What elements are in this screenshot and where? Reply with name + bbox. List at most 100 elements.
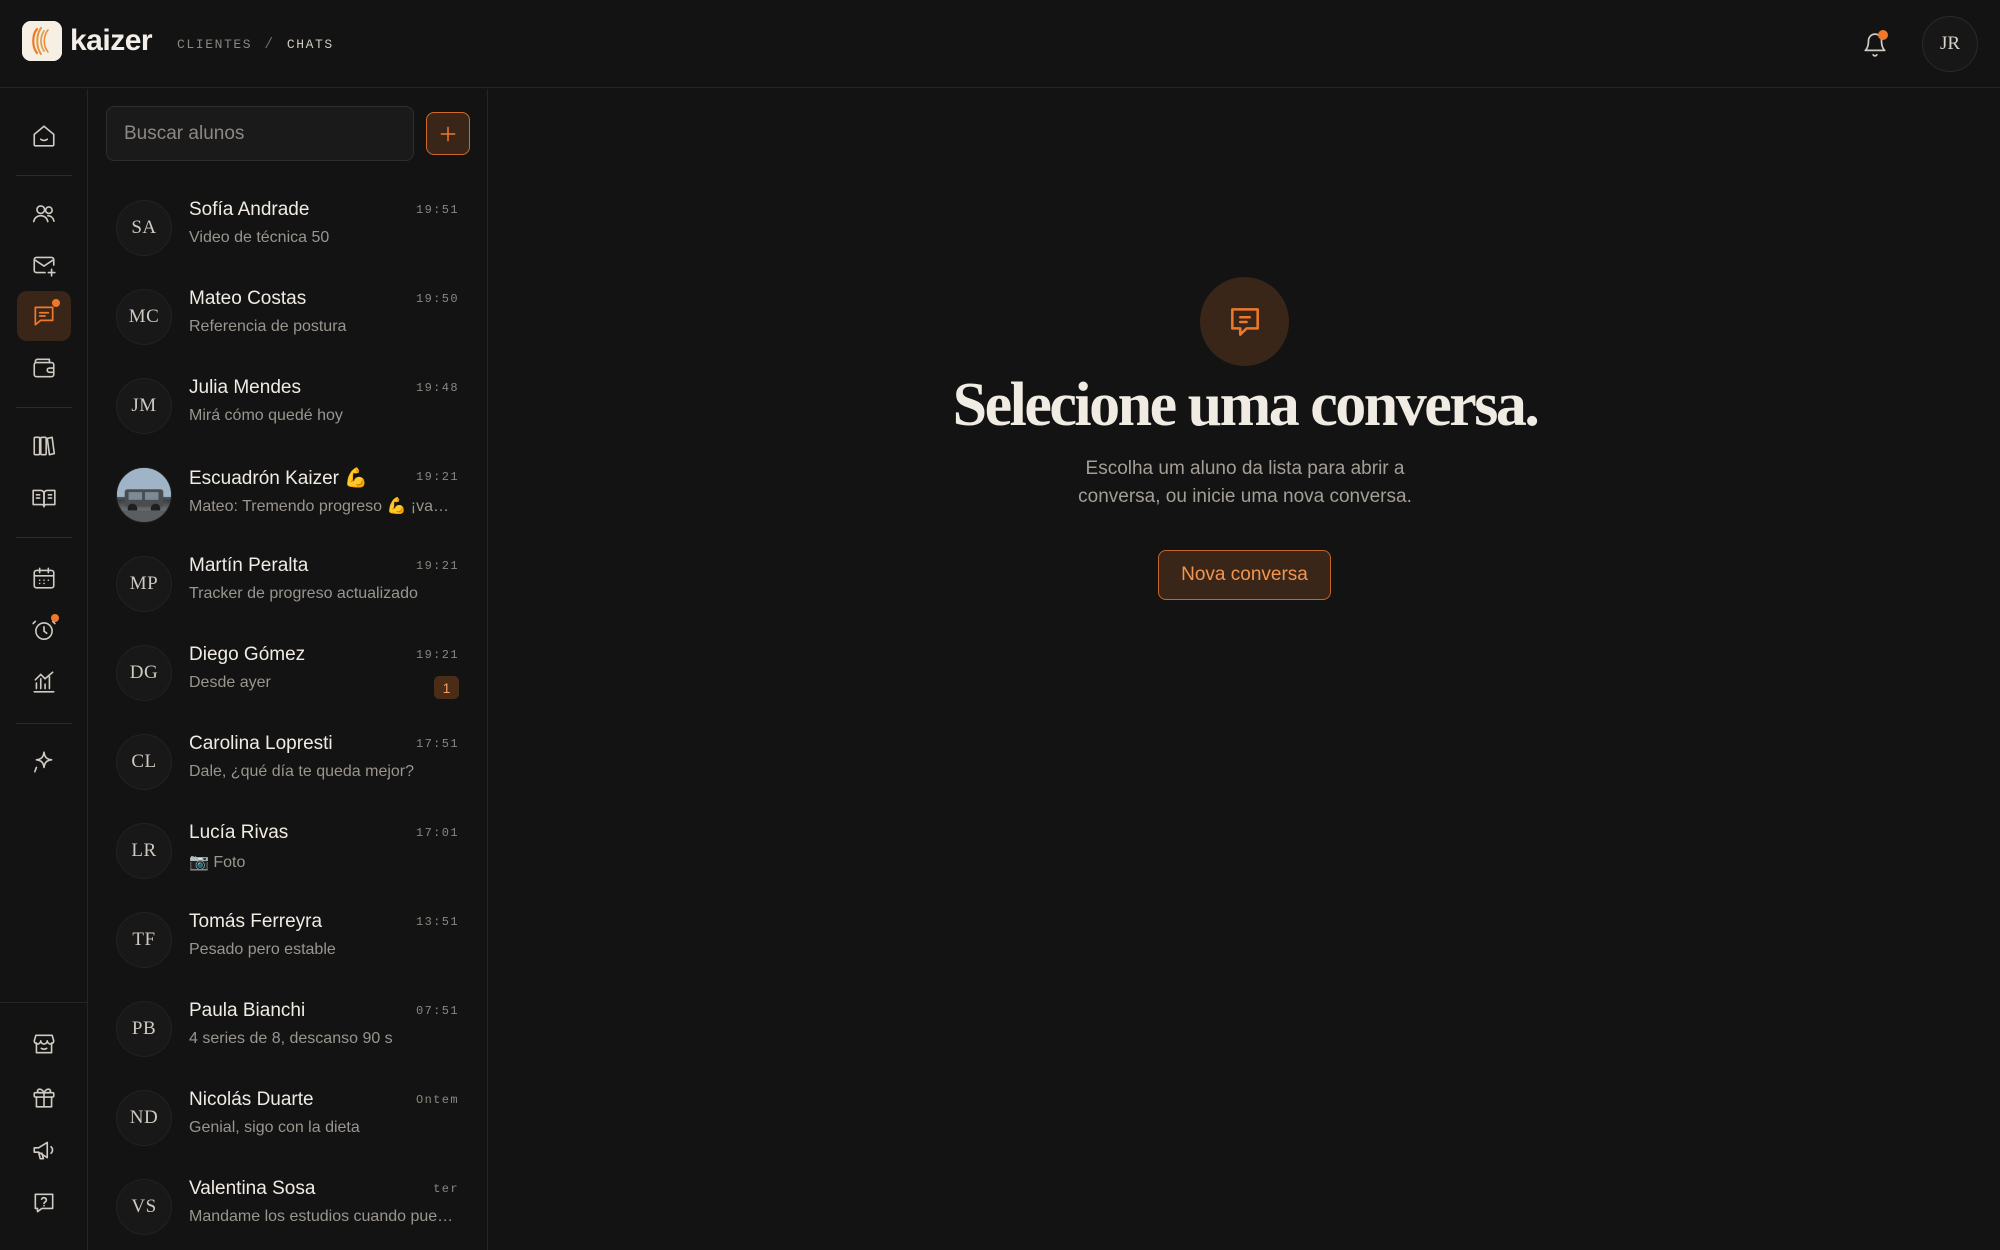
- nav-help[interactable]: [17, 1178, 71, 1228]
- chat-last-message: Dale, ¿qué día te queda mejor?: [189, 763, 415, 780]
- contact-avatar: ND: [116, 1090, 172, 1146]
- chat-contact-name: Julia Mendes: [189, 377, 301, 398]
- chat-list-item[interactable]: TF Tomás Ferreyra Pesado pero estable 13:51: [89, 897, 487, 986]
- chat-list-panel: SA Sofía Andrade Video de técnica 50 19:51 M…: [89, 89, 488, 1250]
- chat-list-item[interactable]: MP Martín Peralta Tracker de progreso actu…: [89, 541, 487, 630]
- nav-chats[interactable]: [17, 291, 71, 341]
- brand-name[interactable]: kaizer: [70, 24, 153, 58]
- chat-list-item[interactable]: Escuadrón Kaizer 💪 Mateo: Tremendo progre…: [89, 452, 487, 541]
- chat-timestamp: 13:51: [415, 915, 459, 929]
- empty-state-description: Escolha um aluno da lista para abrir a c…: [1078, 458, 1412, 507]
- chat-bubble-icon: [1230, 307, 1259, 336]
- user-avatar[interactable]: JR: [1922, 16, 1978, 72]
- contact-avatar: JM: [116, 378, 172, 434]
- calendar-icon: [33, 567, 55, 589]
- nav-analytics[interactable]: [17, 657, 71, 707]
- chat-list-item[interactable]: SA Sofía Andrade Video de técnica 50 19:51: [89, 185, 487, 274]
- sparkle-icon: [33, 751, 53, 773]
- chat-timestamp: 19:48: [415, 381, 459, 395]
- chats-unread-dot: [52, 299, 60, 307]
- chat-list-item[interactable]: CL Carolina Lopresti Dale, ¿qué día te que…: [89, 719, 487, 808]
- nav-store[interactable]: [17, 1019, 71, 1069]
- nav-invites[interactable]: [17, 240, 71, 290]
- chat-list-item[interactable]: JM Julia Mendes Mirá cómo quedé hoy 19:48: [89, 363, 487, 452]
- contact-avatar: CL: [116, 734, 172, 790]
- chat-list-item[interactable]: MC Mateo Costas Referencia de postura 19:50: [89, 274, 487, 363]
- contact-avatar: MP: [116, 556, 172, 612]
- nav-marketing[interactable]: [17, 1125, 71, 1175]
- megaphone-icon: [33, 1141, 54, 1160]
- chat-list-item[interactable]: ND Nicolás Duarte Genial, sigo con la diet…: [89, 1075, 487, 1164]
- library-icon: [33, 436, 56, 456]
- chat-contact-name: Nicolás Duarte: [189, 1089, 314, 1110]
- chat-timestamp: 19:50: [415, 292, 459, 306]
- breadcrumb: CLIENTES / CHATS: [177, 36, 334, 53]
- breadcrumb-separator: /: [264, 36, 275, 53]
- nav-reminders[interactable]: [17, 605, 71, 655]
- chat-list: SA Sofía Andrade Video de técnica 50 19:51 M…: [89, 185, 487, 1250]
- chat-contact-name: Escuadrón Kaizer 💪: [189, 468, 368, 489]
- new-conversation-button[interactable]: Nova conversa: [1158, 550, 1331, 600]
- chat-last-message: Genial, sigo con la dieta: [189, 1119, 360, 1136]
- chat-last-message: 📷 Foto: [189, 854, 246, 871]
- chat-contact-name: Martín Peralta: [189, 555, 309, 576]
- chat-contact-name: Valentina Sosa: [189, 1178, 316, 1199]
- chat-list-item[interactable]: VS Valentina Sosa Mandame los estudios cua…: [89, 1164, 487, 1250]
- home-icon: [33, 125, 55, 147]
- nav-clients[interactable]: [17, 189, 71, 239]
- chat-contact-name: Sofía Andrade: [189, 199, 310, 220]
- nav-wallet[interactable]: [17, 343, 71, 393]
- gift-icon: [33, 1088, 55, 1108]
- chat-last-message: 4 series de 8, descanso 90 s: [189, 1030, 393, 1047]
- nav-home[interactable]: [17, 111, 71, 161]
- store-icon: [33, 1034, 55, 1054]
- chat-timestamp: 19:51: [415, 203, 459, 217]
- wallet-icon: [33, 358, 55, 378]
- chat-contact-name: Tomás Ferreyra: [189, 911, 323, 932]
- new-chat-add-button[interactable]: [426, 112, 470, 155]
- chat-timestamp: 19:21: [415, 648, 459, 662]
- chat-list-item[interactable]: PB Paula Bianchi 4 series de 8, descanso 9…: [89, 986, 487, 1075]
- empty-state-icon-circle: [1200, 277, 1289, 366]
- group-photo-avatar: [116, 467, 172, 523]
- nav-rewards[interactable]: [17, 1072, 71, 1122]
- chat-list-item[interactable]: LR Lucía Rivas 📷 Foto 17:01: [89, 808, 487, 897]
- chat-timestamp: 19:21: [415, 470, 459, 484]
- contact-avatar: SA: [116, 200, 172, 256]
- users-icon: [32, 205, 55, 223]
- notification-dot: [1878, 30, 1888, 40]
- left-navigation-rail: [0, 89, 88, 1250]
- chat-contact-name: Mateo Costas: [189, 288, 307, 309]
- empty-state-title: Selecione uma conversa.: [952, 371, 1540, 439]
- chat-last-message: Tracker de progreso actualizado: [189, 585, 418, 602]
- chat-contact-name: Paula Bianchi: [189, 1000, 306, 1021]
- breadcrumb-chats: CHATS: [286, 37, 334, 52]
- chat-last-message: Mirá cómo quedé hoy: [189, 407, 343, 424]
- chat-timestamp: 17:01: [415, 826, 459, 840]
- nav-guides[interactable]: [17, 473, 71, 523]
- chat-last-message: Mateo: Tremendo progreso 💪 ¡vamos equipo…: [189, 498, 459, 515]
- unread-count-badge: 1: [434, 676, 459, 699]
- contact-avatar: PB: [116, 1001, 172, 1057]
- search-students-input[interactable]: [106, 106, 414, 161]
- chat-last-message: Pesado pero estable: [189, 941, 336, 958]
- chat-contact-name: Diego Gómez: [189, 644, 306, 665]
- reminders-dot: [51, 614, 59, 622]
- contact-avatar: LR: [116, 823, 172, 879]
- notifications-button[interactable]: [1858, 28, 1892, 62]
- brand-logo-icon[interactable]: [22, 21, 62, 61]
- nav-ai[interactable]: [17, 737, 71, 787]
- book-open-icon: [32, 489, 56, 508]
- nav-library[interactable]: [17, 421, 71, 471]
- chat-last-message: Mandame los estudios cuando puedas: [189, 1208, 459, 1225]
- breadcrumb-clientes[interactable]: CLIENTES: [177, 37, 252, 52]
- chat-list-item[interactable]: DG Diego Gómez Desde ayer 19:21 1: [89, 630, 487, 719]
- chat-icon: [34, 306, 54, 326]
- chat-timestamp: 07:51: [415, 1004, 459, 1018]
- chart-line-icon: [33, 671, 55, 693]
- chat-contact-name: Lucía Rivas: [189, 822, 289, 843]
- contact-avatar: TF: [116, 912, 172, 968]
- plus-icon: [440, 126, 456, 141]
- chat-timestamp: ter: [433, 1182, 459, 1196]
- nav-calendar[interactable]: [17, 553, 71, 603]
